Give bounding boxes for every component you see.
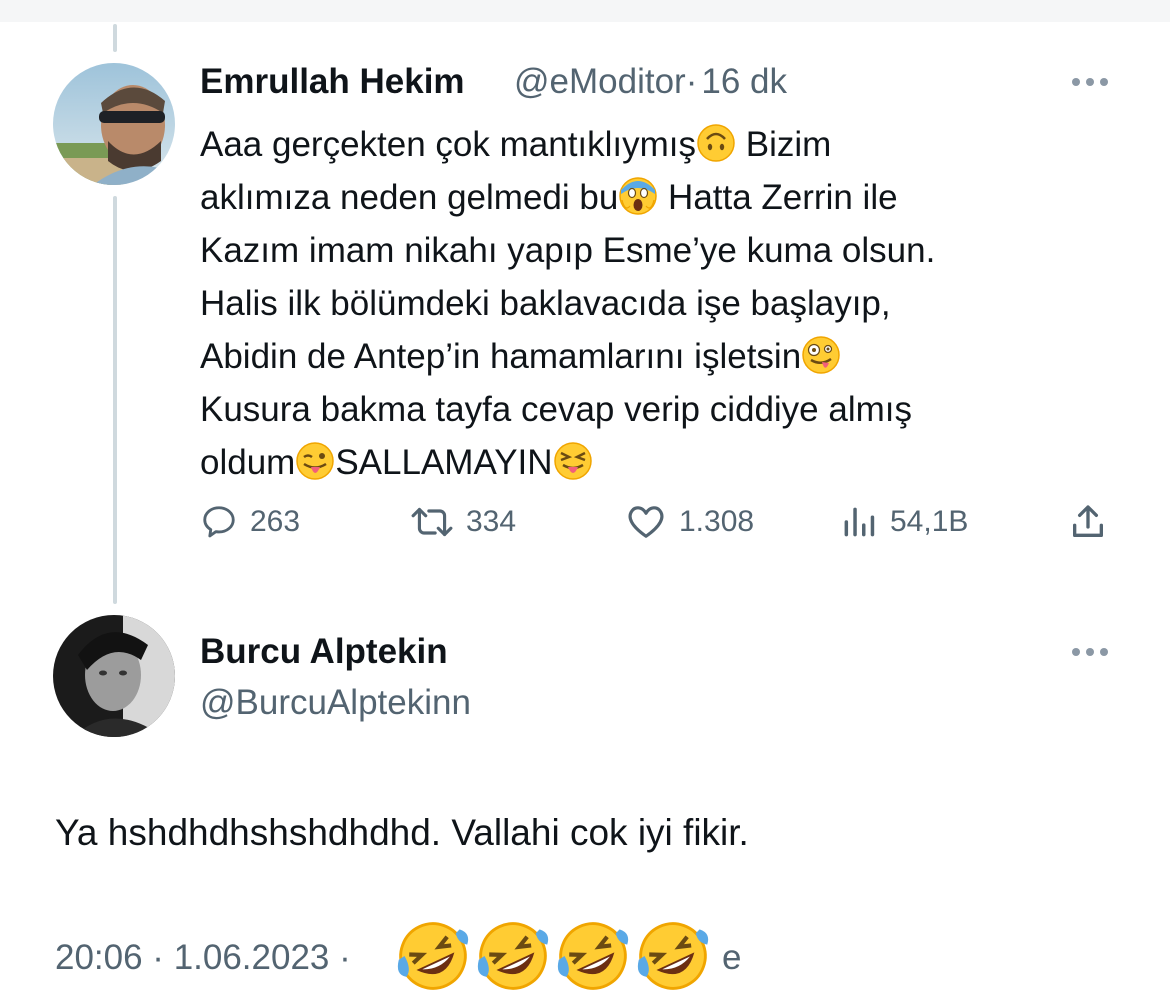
reply-text: Ya hshdhdhshshdhdhd. Vallahi cok iyi fik… (55, 812, 749, 853)
tweet-line-5: Abidin de Antep’in hamamlarını işletsin (200, 330, 1100, 383)
avatar-burcu[interactable] (53, 615, 175, 737)
author-handle-and-time[interactable]: @eModitor· 16 dk (514, 62, 787, 102)
retweet-count: 334 (466, 505, 517, 538)
tweet-line-4: Halis ilk bölümdeki baklavacıda işe başl… (200, 284, 891, 323)
rolling-on-floor-laughing-icon (557, 922, 629, 990)
author-name[interactable]: Emrullah Hekim (200, 62, 465, 102)
laugh-emoji-row (395, 918, 755, 992)
tweet-line-7: oldum SALLAMAYIN (200, 436, 1100, 489)
views-bar-chart-icon (844, 507, 875, 537)
rolling-on-floor-laughing-icon (397, 922, 469, 990)
views-count: 54,1B (890, 505, 969, 538)
views-action[interactable]: 54,1B (840, 500, 968, 544)
tweet-text: Aaa gerçekten çok mantıklıymış Bizim akl… (200, 118, 1100, 489)
avatar-emrullah[interactable] (53, 63, 175, 185)
share-upload-icon (1073, 505, 1103, 537)
reply-bubble-icon (203, 506, 235, 538)
reply-count: 263 (250, 505, 301, 538)
more-horizontal-icon[interactable] (1070, 645, 1110, 659)
tweet-line-2: aklımıza neden gelmedi bu Hatta Zerrin i… (200, 177, 898, 217)
screaming-face-icon (619, 177, 658, 215)
reply-author-name[interactable]: Burcu Alptekin (200, 632, 448, 672)
top-strip (0, 0, 1170, 22)
like-action[interactable]: 1.308 (625, 500, 754, 544)
zany-face-icon (802, 336, 840, 374)
retweet-action[interactable]: 334 (410, 500, 516, 544)
reply-author-handle[interactable]: @BurcuAlptekinn (200, 683, 471, 723)
tweet-actions: 263 334 1.308 54,1B (0, 500, 1170, 550)
share-action[interactable] (1068, 500, 1108, 544)
more-horizontal-icon[interactable] (1070, 75, 1110, 89)
time-ago[interactable]: 16 dk (701, 62, 787, 101)
author-handle[interactable]: @eModitor (514, 62, 686, 101)
upside-down-face-icon (697, 124, 735, 162)
tweet-line-6: Kusura bakma tayfa cevap verip ciddiye a… (200, 390, 912, 429)
retweet-icon (411, 507, 453, 537)
separator-dot: · (685, 62, 698, 101)
thread-line-top (113, 24, 117, 52)
like-count: 1.308 (679, 505, 755, 538)
tweet-line-3: Kazım imam nikahı yapıp Esme’ye kuma ols… (200, 231, 936, 270)
reply-timestamp[interactable]: 20:06 · 1.06.2023 · (55, 938, 351, 978)
reply-action[interactable]: 263 (200, 500, 300, 544)
squinting-tongue-face-icon (553, 442, 592, 480)
tweet-line-1: Aaa gerçekten çok mantıklıymış Bizim (200, 124, 832, 164)
rolling-on-floor-laughing-icon (637, 922, 709, 990)
heart-icon (628, 506, 664, 538)
rolling-on-floor-laughing-icon (477, 922, 549, 990)
winking-tongue-face-icon (296, 442, 335, 480)
